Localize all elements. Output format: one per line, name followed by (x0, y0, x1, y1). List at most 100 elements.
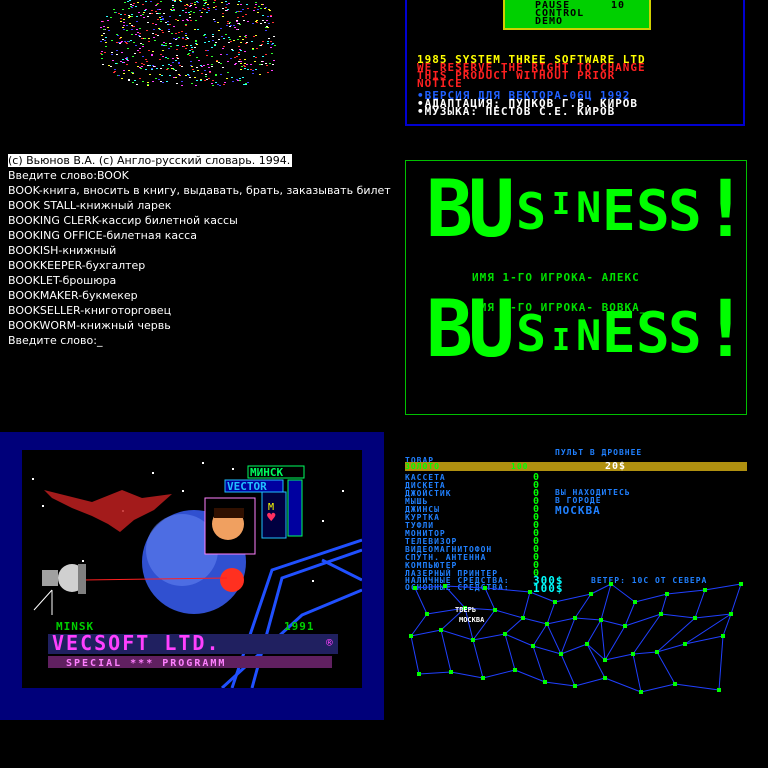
map-node (439, 628, 443, 632)
map-route (444, 585, 466, 609)
menu-option-demo[interactable]: DEMO (535, 17, 649, 27)
noise-dot (220, 74, 222, 75)
noise-dot (104, 40, 106, 41)
noise-dot (205, 76, 207, 77)
noise-dot (270, 41, 272, 42)
noise-dot (161, 45, 163, 46)
noise-dot (259, 64, 261, 65)
map-node (483, 586, 487, 590)
noise-dot (178, 37, 180, 38)
noise-dot (252, 49, 254, 50)
noise-dot (271, 70, 273, 71)
noise-dot (239, 49, 241, 50)
noise-dot (243, 65, 245, 66)
noise-dot (154, 40, 156, 41)
map-node (721, 634, 725, 638)
noise-dot (103, 29, 105, 30)
noise-dot (141, 66, 143, 67)
noise-dot (253, 10, 255, 11)
noise-dot (161, 75, 163, 76)
noise-dot (189, 14, 191, 15)
noise-dot (148, 41, 150, 42)
noise-dot (191, 3, 193, 4)
noise-dot (141, 63, 143, 64)
noise-dot (232, 81, 234, 82)
noise-dot (116, 42, 118, 43)
noise-dot (258, 6, 260, 7)
noise-dot (190, 5, 192, 6)
selected-row[interactable]: ЗОЛОТО 100 20$ (405, 461, 747, 472)
noise-dot (237, 17, 239, 18)
map-node (521, 616, 525, 620)
noise-dot (187, 20, 189, 21)
noise-dot (238, 46, 240, 47)
map-node (639, 690, 643, 694)
map-route (586, 643, 606, 661)
noise-dot (239, 36, 241, 37)
noise-dot (116, 54, 118, 55)
noise-dot (139, 67, 141, 68)
noise-dot (214, 45, 216, 46)
noise-dot (122, 59, 124, 60)
map-route (522, 617, 548, 625)
map-node (603, 658, 607, 662)
map-city-moscow[interactable]: МОСКВА (459, 616, 485, 624)
noise-dot (176, 49, 178, 50)
noise-dot (170, 46, 172, 47)
map-node (623, 624, 627, 628)
map-city-tver[interactable]: ТВЕРЬ (455, 606, 476, 614)
noise-dot (200, 16, 202, 17)
noise-dot (151, 13, 153, 14)
noise-dot (142, 44, 144, 45)
noise-dot (152, 51, 154, 52)
noise-dot (172, 58, 174, 59)
map-route (410, 635, 420, 675)
noise-dot (160, 1, 162, 2)
noise-dot (132, 73, 134, 74)
noise-dot (180, 1, 182, 2)
noise-dot (242, 39, 244, 40)
map-route (546, 617, 576, 625)
selected-qty: 100 (511, 462, 529, 471)
noise-dot (270, 15, 272, 16)
player-1-name[interactable]: ИМЯ 1-ГО ИГРОКА- АЛЕКС (472, 271, 640, 284)
noise-dot (169, 43, 171, 44)
noise-dot (247, 8, 249, 9)
dictionary-line: BOOK-книга, вносить в книгу, выдавать, б… (8, 184, 391, 197)
noise-dot (142, 4, 144, 5)
noise-dot (157, 35, 159, 36)
noise-dot (139, 36, 141, 37)
dictionary-input[interactable]: Введите слово:_ (8, 333, 388, 348)
noise-dot (213, 2, 215, 3)
noise-dot (204, 80, 206, 81)
noise-dot (229, 26, 231, 27)
noise-dot (229, 22, 231, 23)
noise-dot (222, 48, 224, 49)
noise-dot (159, 59, 161, 60)
title-letter: I (552, 187, 571, 222)
noise-dot (222, 13, 224, 14)
noise-dot (139, 28, 141, 29)
noise-dot (170, 9, 172, 10)
noise-dot (240, 63, 242, 64)
noise-dot (267, 43, 269, 44)
noise-dot (273, 60, 275, 61)
noise-dot (143, 17, 145, 18)
noise-dot (184, 5, 186, 6)
noise-dot (131, 72, 133, 73)
noise-dot (187, 38, 189, 39)
map-route (600, 619, 626, 627)
noise-dot (123, 70, 125, 71)
noise-dot (131, 25, 133, 26)
noise-dot (114, 12, 116, 13)
noise-dot (124, 2, 126, 3)
noise-dot (176, 57, 178, 58)
noise-dot (208, 67, 210, 68)
noise-dot (230, 58, 232, 59)
map-node (503, 632, 507, 636)
noise-dot (101, 51, 103, 52)
noise-dot (230, 25, 232, 26)
noise-dot (227, 23, 229, 24)
vecsoft-scene: VECTOR ♥ M МИНСК MINSK 1991 VECSOFT LTD.… (32, 462, 362, 688)
dictionary-line: BOOKING CLERK-кассир билетной кассы (8, 214, 238, 227)
